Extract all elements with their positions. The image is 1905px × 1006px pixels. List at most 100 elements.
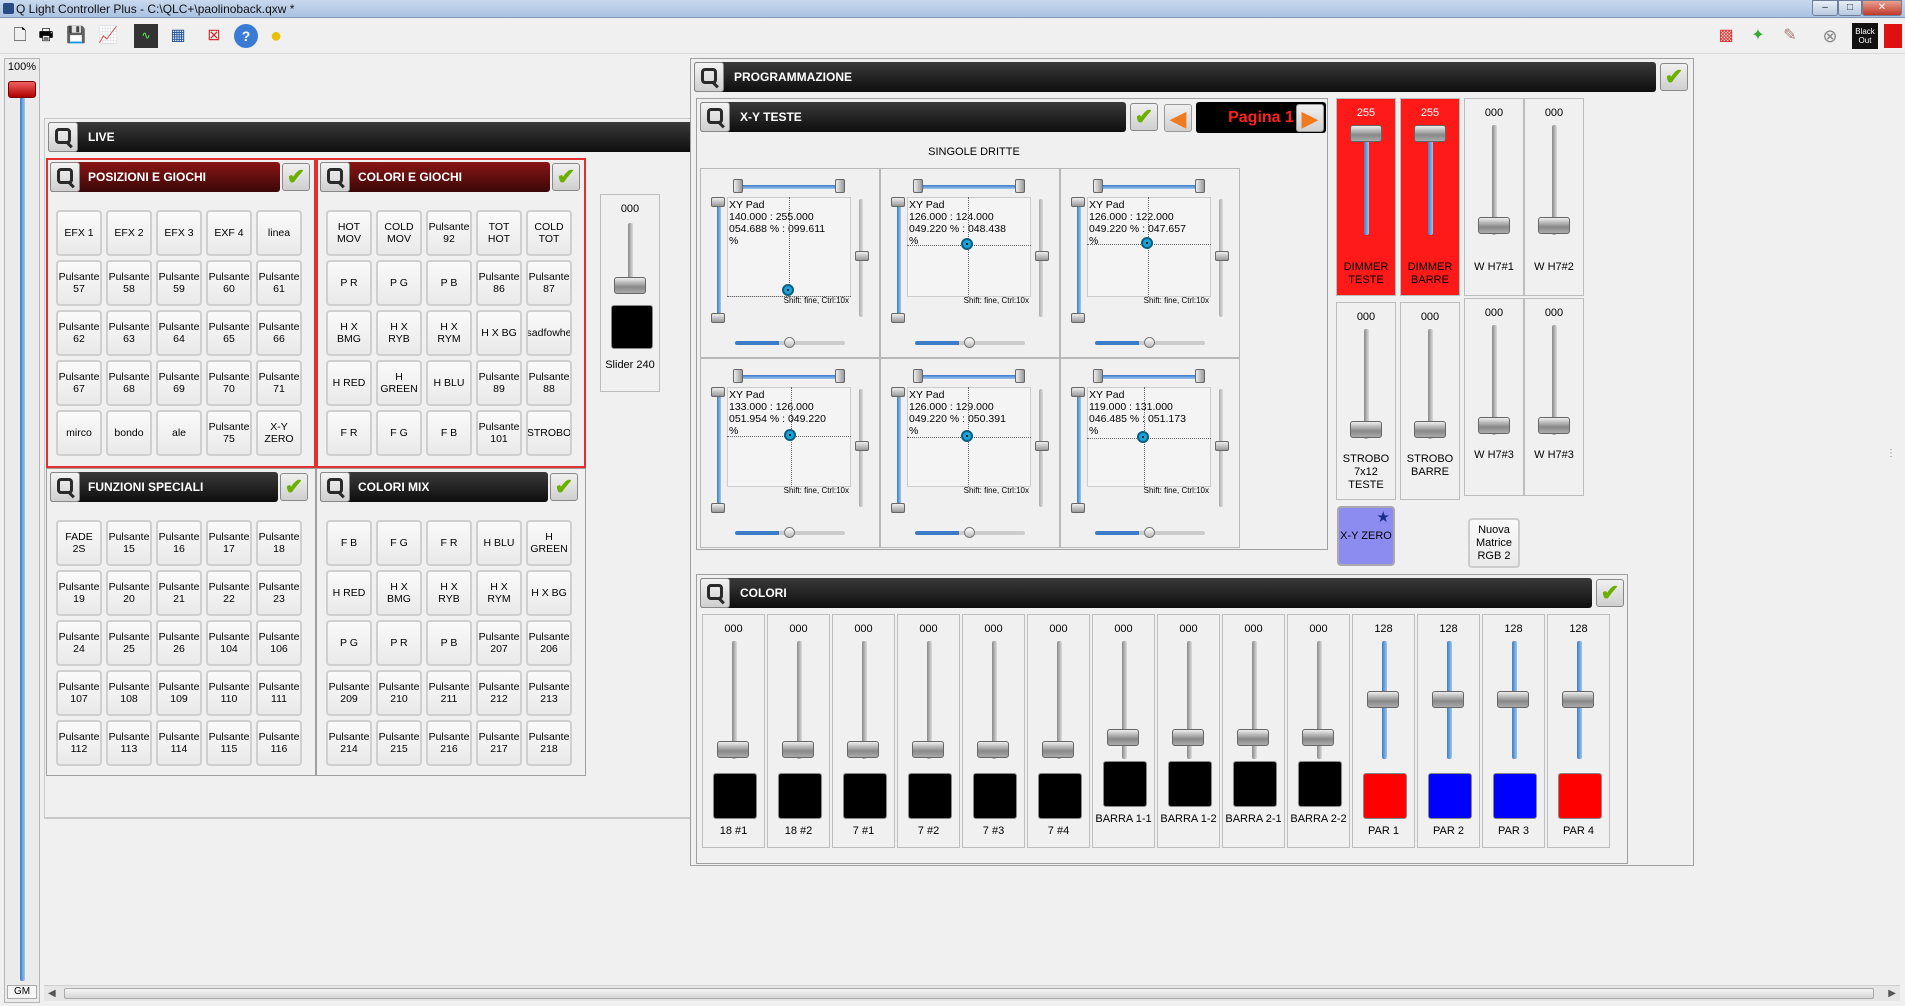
posizioni-button[interactable]: Pulsante 59: [156, 260, 202, 306]
colori-giochi-button[interactable]: P B: [426, 260, 472, 306]
colori-giochi-button[interactable]: H RED: [326, 360, 372, 406]
colori-giochi-button[interactable]: H BLU: [426, 360, 472, 406]
colori-mix-button[interactable]: P R: [376, 620, 422, 666]
x-range-min-handle[interactable]: [913, 369, 923, 383]
colori-giochi-button[interactable]: H X RYB: [376, 310, 422, 356]
funzioni-button[interactable]: Pulsante 24: [56, 620, 102, 666]
about-icon[interactable]: ●: [264, 24, 288, 48]
color-slider-handle[interactable]: [912, 741, 944, 758]
funzioni-button[interactable]: Pulsante 108: [106, 670, 152, 716]
x-fine-slider-handle[interactable]: [784, 527, 795, 538]
y-range-max-handle[interactable]: [891, 313, 905, 323]
colori-mix-button[interactable]: F R: [426, 520, 472, 566]
monitor-icon[interactable]: ∿: [134, 24, 158, 48]
grandmaster-slider[interactable]: [8, 81, 36, 98]
colori-giochi-collapse-button[interactable]: [320, 162, 350, 192]
colori-giochi-button[interactable]: F G: [376, 410, 422, 456]
colori-giochi-button[interactable]: Pulsante 86: [476, 260, 522, 306]
funzioni-button[interactable]: Pulsante 20: [106, 570, 152, 616]
funzioni-button[interactable]: Pulsante 107: [56, 670, 102, 716]
dimmer-handle[interactable]: [1350, 125, 1382, 142]
y-range-max-handle[interactable]: [711, 503, 725, 513]
dmx-dump-icon[interactable]: ⊠: [202, 24, 226, 48]
funzioni-button[interactable]: Pulsante 113: [106, 720, 152, 766]
posizioni-button[interactable]: Pulsante 66: [256, 310, 302, 356]
nuova-matrice-button[interactable]: Nuova Matrice RGB 2: [1468, 518, 1520, 568]
address-tool-icon[interactable]: ▦: [166, 24, 190, 48]
colori-giochi-button[interactable]: Pulsante 92: [426, 210, 472, 256]
x-range-max-handle[interactable]: [1195, 369, 1205, 383]
posizioni-button[interactable]: Pulsante 64: [156, 310, 202, 356]
posizioni-button[interactable]: EXF 4: [206, 210, 252, 256]
colori-mix-button[interactable]: Pulsante 206: [526, 620, 572, 666]
colori-mix-button[interactable]: Pulsante 213: [526, 670, 572, 716]
colori-mix-enable-checkbox[interactable]: ✔: [550, 473, 578, 501]
color-swatch[interactable]: [1558, 773, 1602, 819]
x-range-min-handle[interactable]: [1093, 369, 1103, 383]
colori-mix-button[interactable]: H RED: [326, 570, 372, 616]
funzioni-enable-checkbox[interactable]: ✔: [280, 473, 308, 501]
y-range-max-handle[interactable]: [1071, 313, 1085, 323]
posizioni-button[interactable]: bondo: [106, 410, 152, 456]
funzioni-button[interactable]: Pulsante 15: [106, 520, 152, 566]
funzioni-button[interactable]: Pulsante 114: [156, 720, 202, 766]
funzioni-collapse-button[interactable]: [50, 472, 80, 502]
colori-mix-button[interactable]: H X BMG: [376, 570, 422, 616]
live-collapse-button[interactable]: [48, 122, 78, 152]
y-range-min-handle[interactable]: [891, 197, 905, 207]
previous-page-button[interactable]: ◀: [1164, 104, 1192, 132]
color-swatch[interactable]: [843, 773, 887, 819]
x-range-max-handle[interactable]: [835, 179, 845, 193]
dimmer-handle[interactable]: [1414, 421, 1446, 438]
posizioni-button[interactable]: Pulsante 58: [106, 260, 152, 306]
funzioni-button[interactable]: Pulsante 109: [156, 670, 202, 716]
colori-collapse-button[interactable]: [700, 578, 730, 608]
y-range-min-handle[interactable]: [711, 197, 725, 207]
colori-giochi-button[interactable]: Pulsante 88: [526, 360, 572, 406]
dimmer-handle[interactable]: [1538, 417, 1570, 434]
scroll-right-icon[interactable]: ▶: [1888, 988, 1896, 999]
color-slider-handle[interactable]: [1497, 691, 1529, 708]
xy-pad-position-marker[interactable]: [1137, 431, 1150, 443]
posizioni-button[interactable]: Pulsante 61: [256, 260, 302, 306]
y-range-max-handle[interactable]: [711, 313, 725, 323]
dimmer-handle[interactable]: [1350, 421, 1382, 438]
colori-giochi-button[interactable]: F R: [326, 410, 372, 456]
print-icon[interactable]: 🖶: [34, 24, 58, 48]
x-fine-slider-handle[interactable]: [964, 337, 975, 348]
colori-giochi-enable-checkbox[interactable]: ✔: [552, 163, 580, 191]
color-swatch[interactable]: [778, 773, 822, 819]
posizioni-button[interactable]: EFX 3: [156, 210, 202, 256]
posizioni-button[interactable]: mirco: [56, 410, 102, 456]
x-fine-slider-handle[interactable]: [1144, 527, 1155, 538]
x-range-max-handle[interactable]: [1195, 179, 1205, 193]
y-fine-slider-handle[interactable]: [1215, 251, 1229, 261]
posizioni-button[interactable]: Pulsante 57: [56, 260, 102, 306]
xy-pad-position-marker[interactable]: [960, 238, 973, 250]
posizioni-button[interactable]: X-Y ZERO: [256, 410, 302, 456]
funzioni-button[interactable]: Pulsante 21: [156, 570, 202, 616]
colori-giochi-button[interactable]: sadfowhe: [526, 310, 572, 356]
splitter-handle[interactable]: ⋮: [1886, 448, 1900, 462]
posizioni-button[interactable]: Pulsante 75: [206, 410, 252, 456]
colori-giochi-button[interactable]: Pulsante 101: [476, 410, 522, 456]
posizioni-enable-checkbox[interactable]: ✔: [282, 163, 310, 191]
color-swatch[interactable]: [908, 773, 952, 819]
x-fine-slider-handle[interactable]: [964, 527, 975, 538]
colori-giochi-button[interactable]: H X BG: [476, 310, 522, 356]
new-file-icon[interactable]: 🗋: [8, 24, 32, 48]
dimmer-handle[interactable]: [1478, 217, 1510, 234]
color-swatch[interactable]: [1103, 761, 1147, 807]
programmazione-collapse-button[interactable]: [694, 62, 724, 92]
colori-mix-button[interactable]: P G: [326, 620, 372, 666]
stop-all-icon[interactable]: [1884, 24, 1902, 48]
colori-enable-checkbox[interactable]: ✔: [1596, 579, 1624, 607]
dimmer-handle[interactable]: [1478, 417, 1510, 434]
posizioni-button[interactable]: Pulsante 62: [56, 310, 102, 356]
colori-giochi-button[interactable]: COLD TOT: [526, 210, 572, 256]
colori-giochi-button[interactable]: P G: [376, 260, 422, 306]
xy-pad-position-marker[interactable]: [960, 430, 973, 442]
y-range-min-handle[interactable]: [711, 387, 725, 397]
colori-mix-button[interactable]: H X BG: [526, 570, 572, 616]
funzioni-button[interactable]: Pulsante 17: [206, 520, 252, 566]
